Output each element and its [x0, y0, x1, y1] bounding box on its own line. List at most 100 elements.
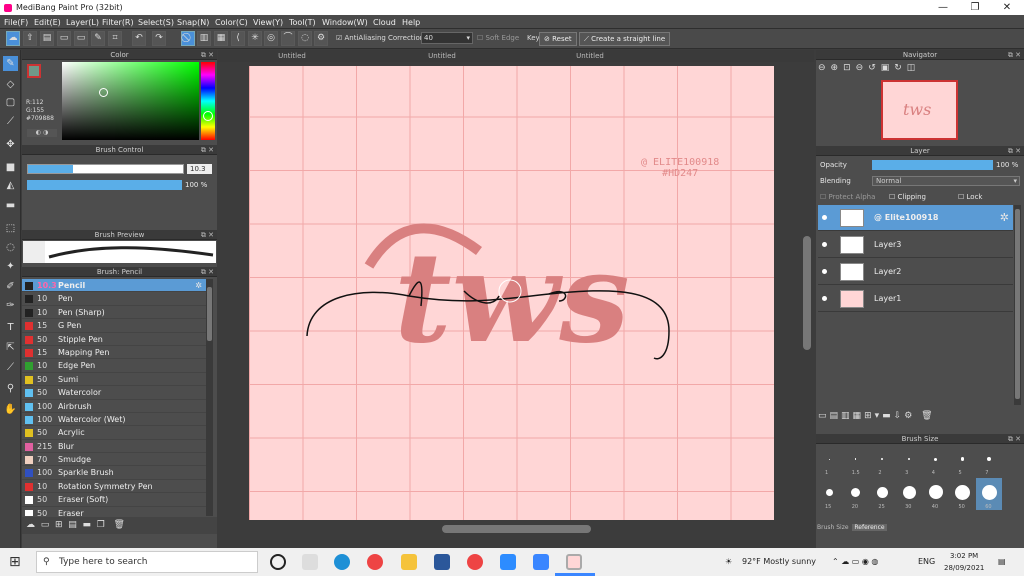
- redo-icon[interactable]: ↷: [152, 31, 166, 46]
- tab-brush-size[interactable]: Brush Size: [817, 524, 849, 531]
- eye-icon[interactable]: [822, 269, 827, 274]
- brush-size-slider[interactable]: [27, 164, 184, 174]
- eraser-tool-icon[interactable]: ◇: [3, 77, 18, 92]
- calculator-icon[interactable]: [533, 554, 549, 570]
- brush-copy-icon[interactable]: ▤: [68, 520, 77, 530]
- menu-window[interactable]: Window(W): [322, 18, 368, 27]
- navigator-thumbnail[interactable]: tws: [881, 80, 958, 140]
- folder-icon[interactable]: ▬: [83, 520, 92, 530]
- merge-down-icon[interactable]: ⇩: [894, 411, 905, 421]
- protect-alpha-checkbox[interactable]: ☐ Protect Alpha: [820, 193, 875, 201]
- brush-item[interactable]: 100 Sparkle Brush: [22, 466, 206, 480]
- panel-close-icon[interactable]: ⧉ ✕: [201, 230, 214, 240]
- foreground-swatch[interactable]: [27, 64, 41, 78]
- saturation-picker[interactable]: [62, 62, 199, 140]
- panel-close-icon[interactable]: ⧉ ✕: [1008, 50, 1021, 60]
- dropper-icon[interactable]: ✎: [91, 31, 105, 46]
- weather-icon[interactable]: ☀: [725, 557, 732, 566]
- snap-curve-icon[interactable]: ⌒: [281, 31, 295, 46]
- brush-item[interactable]: 50 Watercolor: [22, 386, 206, 400]
- brush-item[interactable]: 10 Pen: [22, 292, 206, 306]
- panel-close-icon[interactable]: ⧉ ✕: [1008, 434, 1021, 444]
- hand-tool-icon[interactable]: ✋: [3, 402, 18, 417]
- menu-view[interactable]: View(Y): [253, 18, 283, 27]
- canvas-vscroll[interactable]: [803, 236, 811, 350]
- eye-icon[interactable]: [822, 296, 827, 301]
- drawing-canvas[interactable]: @ ELITE100918 #HD247 tws: [249, 66, 774, 520]
- snap-parallel-icon[interactable]: ▥: [197, 31, 211, 46]
- notifications-icon[interactable]: ▤: [998, 557, 1006, 566]
- chrome-icon[interactable]: [367, 554, 383, 570]
- layer-folder-icon[interactable]: ▬: [882, 411, 894, 421]
- saturation-cursor[interactable]: [99, 88, 108, 97]
- panel-close-icon[interactable]: ⧉ ✕: [1008, 146, 1021, 156]
- menu-edit[interactable]: Edit(E): [34, 18, 61, 27]
- brush-tool-icon[interactable]: ✎: [3, 56, 18, 71]
- scrollbar-thumb[interactable]: [1015, 209, 1020, 399]
- windows-start-icon[interactable]: ⊞: [9, 555, 23, 569]
- undo-icon[interactable]: ↶: [132, 31, 146, 46]
- clipping-checkbox[interactable]: ☐ Clipping: [889, 193, 926, 201]
- layer-scrollbar[interactable]: [1014, 205, 1021, 405]
- zoom-icon[interactable]: ⊖: [856, 63, 869, 73]
- brush-item[interactable]: 10 Rotation Symmetry Pen: [22, 479, 206, 494]
- snap-ellipse-icon[interactable]: ◌: [298, 31, 312, 46]
- trash-icon[interactable]: 🗑: [113, 520, 124, 530]
- tab-untitled-3[interactable]: Untitled: [516, 52, 664, 60]
- menu-tool[interactable]: Tool(T): [289, 18, 316, 27]
- rotate-left-icon[interactable]: ↺: [868, 63, 881, 73]
- text-tool-icon[interactable]: T: [3, 320, 18, 335]
- clock-date[interactable]: 28/09/2021: [944, 564, 984, 572]
- crop-icon[interactable]: ⌗: [108, 31, 122, 46]
- close-button[interactable]: ✕: [992, 1, 1022, 14]
- cortana-icon[interactable]: [270, 554, 286, 570]
- menu-color[interactable]: Color(C): [215, 18, 248, 27]
- menu-help[interactable]: Help: [402, 18, 420, 27]
- maximize-button[interactable]: ❐: [960, 1, 990, 14]
- brush-item[interactable]: 215 Blur: [22, 439, 206, 454]
- zoom-app-icon[interactable]: [500, 554, 516, 570]
- magic-wand-icon[interactable]: ✦: [3, 259, 18, 274]
- menu-filter[interactable]: Filter(R): [102, 18, 134, 27]
- antialias-checkbox[interactable]: ☑ AntiAliasing: [336, 34, 386, 42]
- language-indicator[interactable]: ENG: [918, 557, 935, 566]
- canvas-hscroll[interactable]: [442, 525, 591, 533]
- menu-layer[interactable]: Layer(L): [66, 18, 99, 27]
- snap-grid-icon[interactable]: ▦: [214, 31, 228, 46]
- layer-opacity-slider[interactable]: [872, 160, 993, 170]
- edge-icon[interactable]: [334, 554, 350, 570]
- brush-list-scrollbar[interactable]: [206, 279, 213, 516]
- flip-icon[interactable]: ◫: [907, 63, 921, 73]
- snap-circle-icon[interactable]: ◎: [264, 31, 278, 46]
- tab-untitled-1[interactable]: Untitled: [218, 52, 366, 60]
- brush-item[interactable]: 10 Edge Pen: [22, 359, 206, 373]
- lasso-tool-icon[interactable]: ◌: [3, 240, 18, 255]
- softedge-checkbox[interactable]: ☐ Soft Edge: [477, 34, 519, 42]
- panel-close-icon[interactable]: ⧉ ✕: [201, 50, 214, 60]
- cloud-brush-icon[interactable]: ☁: [26, 520, 35, 530]
- menu-select[interactable]: Select(S): [138, 18, 174, 27]
- eye-icon[interactable]: [822, 215, 827, 220]
- word-icon[interactable]: [434, 554, 450, 570]
- operation-tool-icon[interactable]: ⇱: [3, 340, 18, 355]
- menu-snap[interactable]: Snap(N): [177, 18, 209, 27]
- minimize-button[interactable]: —: [928, 1, 958, 14]
- chrome-profile-icon[interactable]: [467, 554, 483, 570]
- layer-row[interactable]: Layer1: [818, 286, 1013, 312]
- duplicate-icon[interactable]: ❐: [97, 520, 105, 530]
- brush-item[interactable]: 50 Stipple Pen: [22, 332, 206, 346]
- layer-row[interactable]: @ Elite100918 ✲: [818, 205, 1013, 231]
- hue-slider[interactable]: [201, 62, 215, 140]
- menu-cloud[interactable]: Cloud: [373, 18, 396, 27]
- chat-icon[interactable]: ▭: [57, 31, 71, 46]
- select-eraser-icon[interactable]: ✑: [3, 298, 18, 313]
- new-brush-icon[interactable]: ▭: [41, 520, 50, 530]
- brush-item[interactable]: 10.3 Pencil ✲: [22, 279, 206, 293]
- brush-opacity-slider[interactable]: [27, 180, 182, 190]
- zoom-fit-icon[interactable]: ⊡: [843, 63, 856, 73]
- brush-item[interactable]: 100 Watercolor (Wet): [22, 412, 206, 427]
- snap-perspective-icon[interactable]: ⟨: [231, 31, 245, 46]
- cloud-icon[interactable]: ☁: [6, 31, 20, 46]
- correction-select[interactable]: 40 ▾: [421, 32, 473, 44]
- reset-button[interactable]: ⊘ Reset: [539, 32, 577, 46]
